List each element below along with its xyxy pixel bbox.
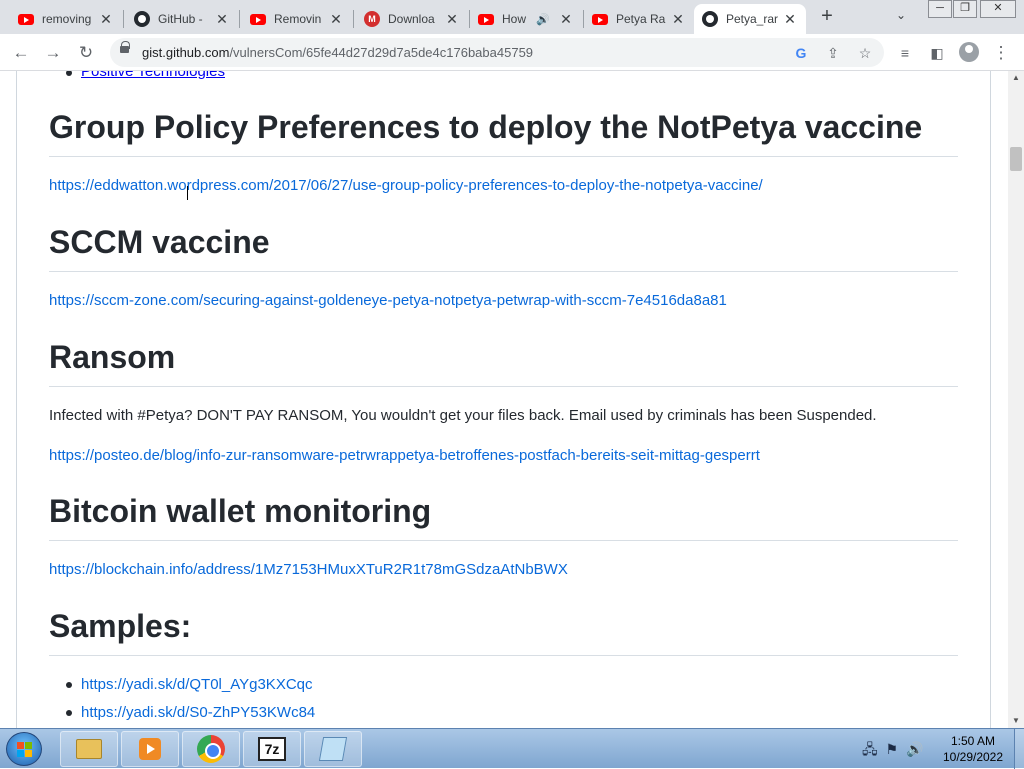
show-desktop-button[interactable] (1014, 729, 1024, 769)
google-translate-icon[interactable]: G (791, 43, 811, 63)
github-icon (702, 11, 718, 27)
folder-icon (76, 739, 102, 759)
scroll-up-arrow-icon[interactable]: ▲ (1008, 71, 1024, 85)
heading-divider (49, 386, 958, 387)
heading-divider (49, 156, 958, 157)
link-blockchain[interactable]: https://blockchain.info/address/1Mz7153H… (49, 561, 568, 578)
minimize-window-button[interactable]: ─ (928, 0, 952, 18)
heading-ransom: Ransom (49, 339, 176, 375)
chrome-icon (197, 735, 225, 763)
taskbar-chrome-button[interactable] (182, 731, 240, 767)
link-positive-technologies[interactable]: Positive Technologies (81, 71, 225, 80)
close-tab-icon[interactable]: ✕ (670, 11, 686, 28)
page-viewport: Positive Technologies Group Policy Prefe… (0, 71, 1008, 728)
page-scrollbar[interactable]: ▲ ▼ (1008, 71, 1024, 728)
reload-icon[interactable]: ↻ (75, 42, 97, 64)
taskbar-clock[interactable]: 1:50 AM 10/29/2022 (936, 733, 1010, 765)
github-icon (134, 11, 150, 27)
new-tab-button[interactable]: + (816, 6, 838, 28)
heading-divider (49, 271, 958, 272)
menu-kebab-icon[interactable]: ⋮ (990, 42, 1012, 64)
address-bar[interactable]: gist.github.com/vulnersCom/65fe44d27d29d… (110, 38, 884, 67)
audio-playing-icon[interactable]: 🔊 (536, 13, 550, 26)
youtube-icon (18, 11, 34, 27)
heading-divider (49, 540, 958, 541)
list-bullet (66, 710, 72, 716)
windows-taskbar: 7z 🖧 ⚑ 🔊 1:50 AM 10/29/2022 (0, 728, 1024, 769)
start-button[interactable] (6, 732, 42, 766)
tab-removing[interactable]: removing ✕ (10, 4, 122, 34)
tab-petya-ransomware[interactable]: Petya Ra ✕ (584, 4, 694, 34)
side-panel-icon[interactable]: ◧ (926, 42, 948, 64)
list-bullet (66, 682, 72, 688)
browser-toolbar: ← → ↻ gist.github.com/vulnersCom/65fe44d… (0, 34, 1024, 71)
tab-removing-2[interactable]: Removin ✕ (242, 4, 352, 34)
link-eddwatton[interactable]: https://eddwatton.wordpress.com/2017/06/… (49, 177, 763, 194)
youtube-icon (250, 11, 266, 27)
list-item-sample-link[interactable]: https://yadi.sk/d/S0-ZhPY53KWc84 (81, 704, 315, 721)
tab-how[interactable]: How 🔊 ✕ (470, 4, 582, 34)
notepad-icon (318, 737, 348, 761)
close-tab-icon[interactable]: ✕ (444, 11, 460, 28)
tab-download[interactable]: M Downloa ✕ (356, 4, 468, 34)
back-arrow-icon[interactable]: ← (10, 42, 32, 64)
lock-icon[interactable] (120, 41, 130, 53)
taskbar-7zip-button[interactable]: 7z (243, 731, 301, 767)
link-sccm-zone[interactable]: https://sccm-zone.com/securing-against-g… (49, 292, 727, 309)
link-posteo[interactable]: https://posteo.de/blog/info-zur-ransomwa… (49, 447, 760, 464)
close-tab-icon[interactable]: ✕ (558, 11, 574, 28)
media-player-icon (139, 738, 161, 760)
mega-icon: M (364, 11, 380, 27)
clock-date: 10/29/2022 (942, 750, 1004, 764)
ransom-paragraph: Infected with #Petya? DON'T PAY RANSOM, … (49, 407, 877, 424)
youtube-icon (592, 11, 608, 27)
heading-divider (49, 655, 958, 656)
close-tab-icon[interactable]: ✕ (782, 11, 798, 28)
heading-bitcoin-wallet: Bitcoin wallet monitoring (49, 493, 432, 529)
taskbar-notepad-button[interactable] (304, 731, 362, 767)
action-center-flag-icon[interactable]: ⚑ (886, 741, 899, 757)
forward-arrow-icon[interactable]: → (42, 42, 64, 64)
clock-time: 1:50 AM (950, 734, 996, 748)
taskbar-media-player-button[interactable] (121, 731, 179, 767)
volume-icon[interactable]: 🔊 (906, 741, 923, 757)
share-icon[interactable]: ⇪ (823, 43, 843, 63)
tab-search-chevron-icon[interactable]: ⌄ (896, 8, 906, 22)
text-cursor-icon (187, 186, 193, 200)
close-tab-icon[interactable]: ✕ (214, 11, 230, 28)
taskbar-file-explorer-button[interactable] (60, 731, 118, 767)
heading-sccm-vaccine: SCCM vaccine (49, 224, 270, 260)
tab-github[interactable]: GitHub - ✕ (126, 4, 238, 34)
close-tab-icon[interactable]: ✕ (98, 11, 114, 28)
url-text[interactable]: gist.github.com/vulnersCom/65fe44d27d29d… (142, 45, 533, 60)
maximize-window-button[interactable]: ❐ (953, 0, 977, 18)
list-item-sample-link[interactable]: https://yadi.sk/d/QT0l_AYg3KXCqc (81, 676, 313, 693)
network-icon[interactable]: 🖧 (862, 741, 878, 757)
profile-avatar-icon[interactable] (959, 42, 979, 62)
bookmark-star-icon[interactable]: ☆ (855, 43, 875, 63)
tab-petya-gist-active[interactable]: Petya_rar ✕ (694, 4, 806, 34)
media-controls-icon[interactable]: ≡ (894, 42, 916, 64)
close-tab-icon[interactable]: ✕ (328, 11, 344, 28)
scroll-down-arrow-icon[interactable]: ▼ (1008, 714, 1024, 728)
scrollbar-thumb[interactable] (1010, 147, 1022, 171)
heading-group-policy: Group Policy Preferences to deploy the N… (49, 109, 923, 145)
heading-samples: Samples: (49, 608, 192, 644)
close-window-button[interactable]: ✕ (980, 0, 1016, 18)
7zip-icon: 7z (258, 737, 286, 761)
system-tray: 🖧 ⚑ 🔊 (862, 739, 923, 763)
windows-logo-icon (17, 742, 33, 758)
tab-strip: removing ✕ GitHub - ✕ Removin ✕ M Downlo… (0, 0, 1024, 34)
youtube-icon (478, 11, 494, 27)
